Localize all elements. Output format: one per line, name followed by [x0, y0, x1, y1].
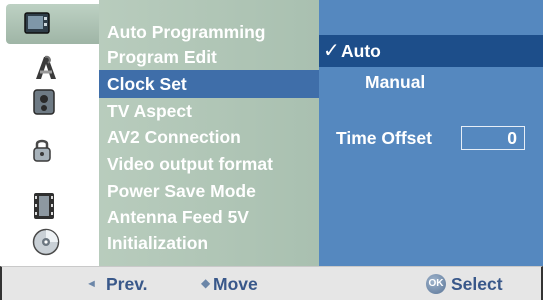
option-auto[interactable]: ✓ Auto — [319, 35, 543, 67]
menu-item-initialization[interactable]: Initialization — [99, 229, 319, 257]
ok-button-icon: OK — [426, 274, 446, 294]
film-recording-icon-cell[interactable] — [14, 190, 94, 222]
menu-item-clock-set[interactable]: Clock Set — [99, 70, 319, 98]
option-auto-label: Auto — [341, 41, 381, 61]
menu-item-antenna-feed-5v[interactable]: Antenna Feed 5V — [99, 203, 319, 231]
language-icon-cell[interactable] — [14, 52, 94, 84]
menu-item-power-save-mode[interactable]: Power Save Mode — [99, 177, 319, 205]
time-offset-label: Time Offset — [336, 128, 432, 148]
language-icon — [36, 55, 56, 79]
option-manual[interactable]: Manual — [365, 68, 425, 96]
time-offset-value[interactable]: 0 — [461, 126, 525, 150]
audio-icon — [33, 89, 55, 115]
menu-item-auto-programming[interactable]: Auto Programming — [99, 18, 319, 46]
lock-icon — [33, 139, 51, 162]
tv-setup-icon — [24, 12, 50, 34]
prev-hint: Prev. — [106, 274, 148, 294]
move-arrows-icon: ◆ — [201, 276, 211, 290]
film-recording-icon — [34, 193, 54, 219]
check-mark-icon: ✓ — [323, 40, 340, 62]
clock-set-options-panel: ✓ Auto Manual Time Offset 0 — [319, 0, 543, 266]
menu-item-video-output-format[interactable]: Video output format — [99, 150, 319, 178]
audio-icon-cell[interactable] — [14, 86, 94, 118]
category-icon-column — [0, 0, 99, 266]
disc-icon-cell[interactable] — [14, 226, 94, 258]
menu-item-tv-aspect[interactable]: TV Aspect — [99, 97, 319, 125]
disc-icon — [32, 228, 60, 256]
setup-menu-screen: Auto Programming Program Edit Clock Set … — [0, 0, 543, 300]
setup-menu-list: Auto Programming Program Edit Clock Set … — [99, 0, 319, 266]
move-hint: Move — [213, 274, 258, 294]
help-bar: ◄ Prev. ◆ Move OK Select — [0, 266, 543, 300]
select-hint: Select — [451, 274, 503, 294]
tv-setup-icon-cell[interactable] — [6, 4, 99, 44]
left-arrow-icon: ◄ — [86, 278, 97, 290]
menu-item-program-edit[interactable]: Program Edit — [99, 43, 319, 71]
lock-icon-cell[interactable] — [14, 134, 94, 166]
menu-item-av2-connection[interactable]: AV2 Connection — [99, 123, 319, 151]
